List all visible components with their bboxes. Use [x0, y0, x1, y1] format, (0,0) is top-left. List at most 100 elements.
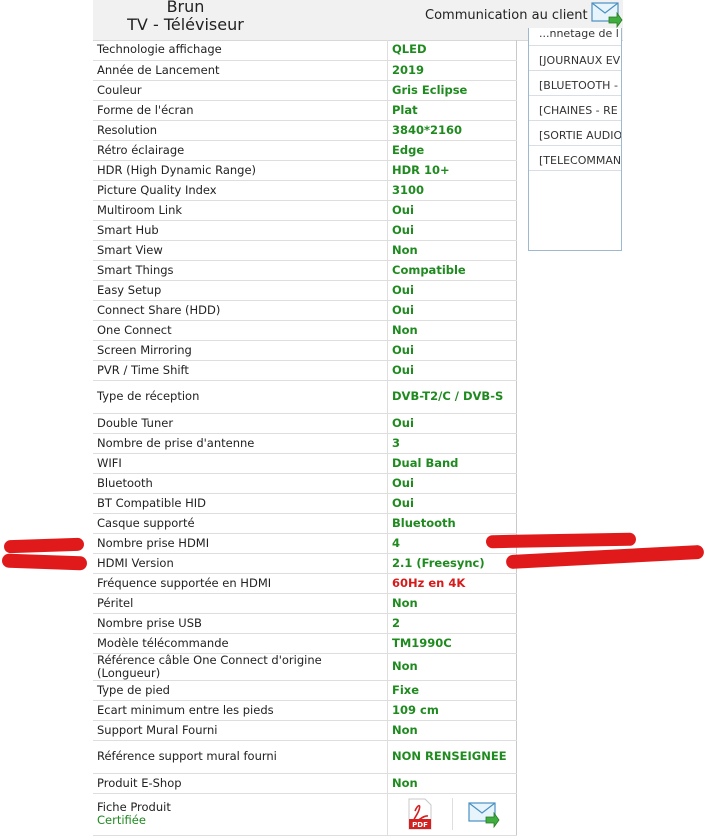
spec-value: Bluetooth: [387, 513, 517, 534]
pdf-download-button[interactable]: PDF: [388, 798, 452, 830]
communication-link[interactable]: Communication au client: [425, 8, 588, 23]
spec-value: DVB-T2/C / DVB-S: [387, 380, 517, 414]
spec-row: Support Mural Fourni Non: [93, 720, 517, 741]
spec-row: Nombre prise HDMI 4: [93, 533, 517, 554]
spec-label: Nombre prise HDMI: [93, 533, 388, 554]
spec-label: Fréquence supportée en HDMI: [93, 573, 388, 594]
spec-label: Type de réception: [93, 380, 388, 414]
spec-value: Non: [387, 773, 517, 794]
spec-label: Nombre prise USB: [93, 613, 388, 634]
annotation-marker-left: [3, 537, 85, 554]
spec-value: 2019: [387, 60, 517, 81]
spec-label: Easy Setup: [93, 280, 388, 301]
spec-value: Non: [387, 593, 517, 614]
spec-label: Support Mural Fourni: [93, 720, 388, 741]
mail-icon[interactable]: [591, 0, 623, 28]
spec-label: Casque supporté: [93, 513, 388, 534]
spec-label: Connect Share (HDD): [93, 300, 388, 321]
spec-row: BT Compatible HID Oui: [93, 493, 517, 514]
spec-row: Référence support mural fourni NON RENSEI…: [93, 740, 517, 774]
spec-value: Edge: [387, 140, 517, 161]
spec-label: WIFI: [93, 453, 388, 474]
side-panel-item[interactable]: [JOURNAUX EV le journal d'év téléviseur: [529, 52, 621, 71]
spec-row: Connect Share (HDD) Oui: [93, 300, 517, 321]
spec-label: Resolution: [93, 120, 388, 141]
spec-value: Non: [387, 720, 517, 741]
side-panel-list: ...nnetage de l [JOURNAUX EV le journal d…: [529, 28, 621, 171]
side-panel-item[interactable]: ...nnetage de l: [529, 28, 621, 46]
spec-row: Easy Setup Oui: [93, 280, 517, 301]
spec-value: Non: [387, 320, 517, 341]
spec-value: TM1990C: [387, 633, 517, 654]
pdf-icon[interactable]: PDF: [406, 798, 434, 830]
side-panel-item[interactable]: [BLUETOOTH - MAC Bluetooth: [529, 77, 621, 96]
spec-row: HDR (High Dynamic Range) HDR 10+: [93, 160, 517, 181]
spec-label: Forme de l'écran: [93, 100, 388, 121]
spec-value: Oui: [387, 360, 517, 381]
spec-label: Smart Hub: [93, 220, 388, 241]
spec-label: HDR (High Dynamic Range): [93, 160, 388, 181]
spec-label: HDMI Version: [93, 553, 388, 574]
spec-label: Double Tuner: [93, 413, 388, 434]
spec-label: Type de pied: [93, 680, 388, 701]
fiche-produit-cell: Fiche Produit Certifiée: [93, 793, 388, 836]
spec-row: Bluetooth Oui: [93, 473, 517, 494]
spec-row: PVR / Time Shift Oui: [93, 360, 517, 381]
spec-label: Couleur: [93, 80, 388, 101]
category-line-2: TV - Téléviseur: [127, 15, 244, 34]
spec-value: 3: [387, 433, 517, 454]
spec-row: Couleur Gris Eclipse: [93, 80, 517, 101]
spec-label: Smart View: [93, 240, 388, 261]
spec-value: Oui: [387, 280, 517, 301]
category-line-1: Brun: [166, 0, 205, 16]
spec-label: Modèle télécommande: [93, 633, 388, 654]
mail-icon[interactable]: [468, 800, 500, 828]
spec-row: Picture Quality Index 3100: [93, 180, 517, 201]
spec-row: Multiroom Link Oui: [93, 200, 517, 221]
annotation-marker-left-lower: [1, 553, 88, 571]
spec-row: Casque supporté Bluetooth: [93, 513, 517, 534]
spec-row: Péritel Non: [93, 593, 517, 614]
spec-label: Produit E-Shop: [93, 773, 388, 794]
annotation-marker-right-lower: [505, 544, 705, 570]
spec-value: Non: [387, 653, 517, 681]
spec-row: Nombre de prise d'antenne 3: [93, 433, 517, 454]
category-title: Brun TV - Téléviseur: [93, 0, 278, 34]
side-panel-item[interactable]: [SORTIE AUDIO la sortie audio: [529, 127, 621, 146]
spec-value: Plat: [387, 100, 517, 121]
spec-value: QLED: [387, 40, 517, 61]
email-fiche-button[interactable]: [451, 798, 517, 830]
side-panel-item[interactable]: [CHAINES - RE recherche des: [529, 102, 621, 121]
spec-value: Oui: [387, 300, 517, 321]
spec-row: Resolution 3840*2160: [93, 120, 517, 141]
spec-value: Oui: [387, 200, 517, 221]
spec-row: WIFI Dual Band: [93, 453, 517, 474]
spec-label: Péritel: [93, 593, 388, 614]
spec-value: Non: [387, 240, 517, 261]
spec-row: Nombre prise USB 2: [93, 613, 517, 634]
spec-label: Screen Mirroring: [93, 340, 388, 361]
spec-value: 60Hz en 4K: [387, 573, 517, 594]
spec-label: Bluetooth: [93, 473, 388, 494]
fiche-status: Certifiée: [97, 813, 146, 827]
spec-value: Compatible: [387, 260, 517, 281]
spec-label: Référence support mural fourni: [93, 740, 388, 774]
spec-label: Ecart minimum entre les pieds: [93, 700, 388, 721]
spec-value: NON RENSEIGNEE: [387, 740, 517, 774]
spec-table: Technologie affichage QLED Année de Lancem…: [93, 40, 517, 836]
spec-value: 109 cm: [387, 700, 517, 721]
spec-row: Smart Hub Oui: [93, 220, 517, 241]
spec-row: Fréquence supportée en HDMI 60Hz en 4K: [93, 573, 517, 594]
spec-row: Modèle télécommande TM1990C: [93, 633, 517, 654]
fiche-produit-row: Fiche Produit Certifiée PDF: [93, 793, 517, 836]
spec-value: HDR 10+: [387, 160, 517, 181]
spec-row: Année de Lancement 2019: [93, 60, 517, 81]
spec-label: One Connect: [93, 320, 388, 341]
spec-row: Type de réception DVB-T2/C / DVB-S: [93, 380, 517, 414]
spec-label: Nombre de prise d'antenne: [93, 433, 388, 454]
spec-label: BT Compatible HID: [93, 493, 388, 514]
spec-row: Forme de l'écran Plat: [93, 100, 517, 121]
spec-value: 2: [387, 613, 517, 634]
side-panel: ...nnetage de l [JOURNAUX EV le journal d…: [528, 28, 622, 251]
side-panel-item[interactable]: [TELECOMMAN télécommande: [529, 152, 621, 171]
